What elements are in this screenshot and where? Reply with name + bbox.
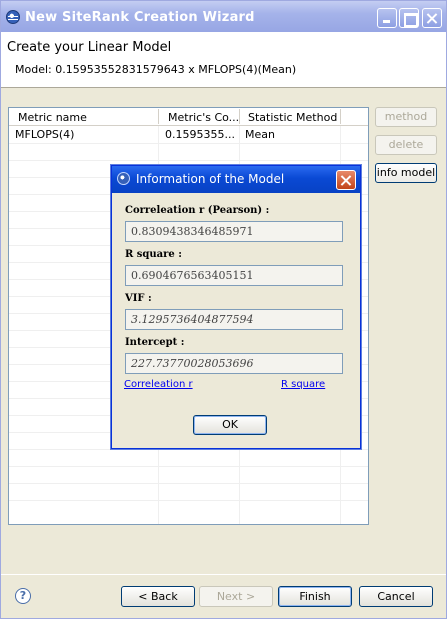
app-globe-icon xyxy=(6,10,20,24)
window-titlebar[interactable]: New SiteRank Creation Wizard xyxy=(1,1,446,32)
next-button[interactable]: Next > xyxy=(199,586,273,607)
back-button[interactable]: < Back xyxy=(121,586,195,607)
info-model-button[interactable]: info model xyxy=(375,163,437,183)
grid-line xyxy=(9,500,368,501)
rsquare-label: R square : xyxy=(125,249,182,260)
model-info-dialog: Information of the Model Correleation r … xyxy=(111,165,361,449)
minimize-button[interactable] xyxy=(377,8,397,28)
wizard-header: Create your Linear Model Model: 0.159535… xyxy=(1,32,446,88)
column-separator[interactable] xyxy=(340,109,341,124)
cell-statistic-method: Mean xyxy=(245,128,275,141)
column-header-metric-name[interactable]: Metric name xyxy=(18,111,87,124)
vif-field[interactable]: 3.1295736404877594 xyxy=(125,309,343,330)
grid-line xyxy=(9,449,368,450)
cancel-button[interactable]: Cancel xyxy=(359,586,433,607)
column-header-statistic-method[interactable]: Statistic Method xyxy=(248,111,337,124)
dialog-title: Information of the Model xyxy=(136,172,285,186)
help-icon[interactable]: ? xyxy=(15,588,31,604)
finish-button[interactable]: Finish xyxy=(278,586,352,607)
footer-divider xyxy=(1,574,446,575)
cell-metric-name: MFLOPS(4) xyxy=(15,128,75,141)
vif-label: VIF : xyxy=(125,293,152,304)
correlation-link[interactable]: Correleation r xyxy=(124,379,193,390)
page-title: Create your Linear Model xyxy=(7,40,172,55)
grid-line xyxy=(9,483,368,484)
dialog-globe-icon xyxy=(117,172,130,185)
cell-coefficient: 0.1595355... xyxy=(165,128,235,141)
maximize-button[interactable] xyxy=(399,8,419,28)
column-header-coefficient[interactable]: Metric's Co... xyxy=(168,111,239,124)
window-title: New SiteRank Creation Wizard xyxy=(25,10,255,25)
model-description: Model: 0.15953552831579643 x MFLOPS(4)(M… xyxy=(15,63,297,76)
column-separator[interactable] xyxy=(239,109,240,124)
rsquare-link[interactable]: R square xyxy=(281,379,325,390)
intercept-field[interactable]: 227.73770028053696 xyxy=(125,353,343,374)
table-header: Metric name Metric's Co... Statistic Met… xyxy=(9,108,368,126)
grid-line xyxy=(9,143,368,144)
column-separator[interactable] xyxy=(158,109,159,124)
correlation-field[interactable]: 0.8309438346485971 xyxy=(125,221,343,242)
delete-button[interactable]: delete xyxy=(375,135,437,155)
ok-button[interactable]: OK xyxy=(193,415,267,435)
table-row[interactable]: MFLOPS(4) 0.1595355... Mean xyxy=(9,126,368,143)
rsquare-field[interactable]: 0.6904676563405151 xyxy=(125,265,343,286)
close-window-button[interactable] xyxy=(422,8,442,28)
grid-line xyxy=(9,160,368,161)
dialog-titlebar[interactable]: Information of the Model xyxy=(112,166,360,193)
method-button[interactable]: method xyxy=(375,107,437,127)
grid-line xyxy=(9,466,368,467)
dialog-close-button[interactable] xyxy=(336,170,356,190)
correlation-label: Correleation r (Pearson) : xyxy=(125,205,270,216)
intercept-label: Intercept : xyxy=(125,337,185,348)
